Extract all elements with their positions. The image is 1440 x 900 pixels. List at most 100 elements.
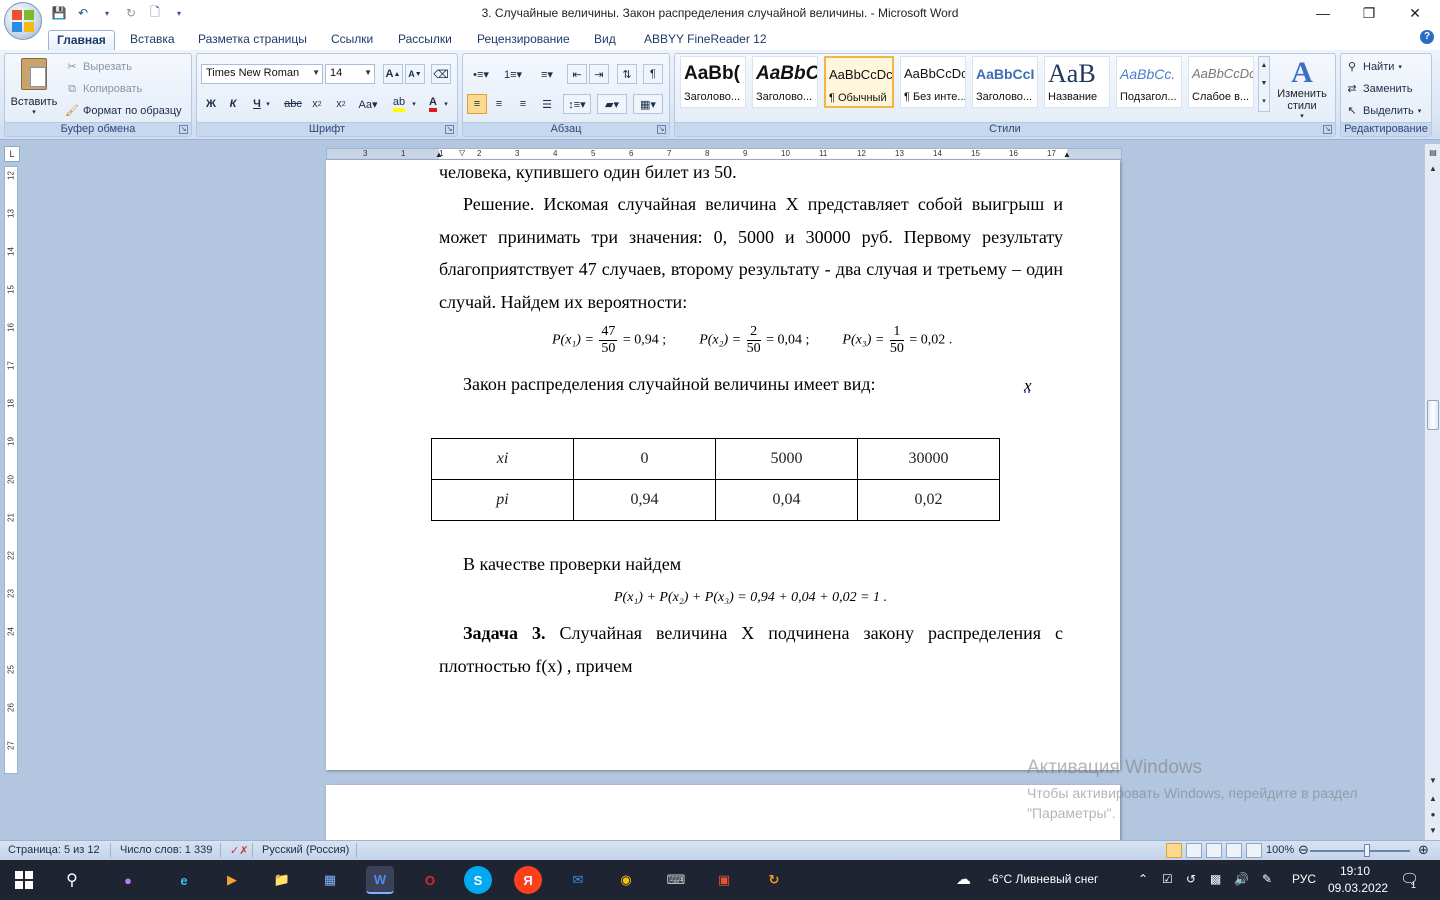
styles-gallery-scroll[interactable]: ▲ ▼ ▾ <box>1258 56 1270 112</box>
web-layout-button[interactable] <box>1206 843 1222 858</box>
draft-view-button[interactable] <box>1246 843 1262 858</box>
minimize-button[interactable]: — <box>1300 0 1346 26</box>
tab-mailings[interactable]: Рассылки <box>390 30 460 50</box>
style-normal[interactable]: AaBbCcDc ¶ Обычный <box>824 56 894 108</box>
maximize-button[interactable]: ❐ <box>1346 0 1392 26</box>
chevron-down-icon[interactable]: ▼ <box>1259 75 1269 93</box>
store-icon[interactable]: ▦ <box>316 866 344 894</box>
copy-button[interactable]: ⧉ Копировать <box>65 82 142 96</box>
tray-chevron-up-icon[interactable]: ⌃ <box>1138 872 1148 886</box>
edge-icon[interactable]: e <box>170 866 198 894</box>
scroll-thumb[interactable] <box>1427 400 1439 430</box>
clock-date[interactable]: 09.03.2022 <box>1328 881 1388 895</box>
chrome-icon[interactable]: ◉ <box>612 866 640 894</box>
opera-icon[interactable]: O <box>416 866 444 894</box>
document-page[interactable]: человека, купившего один билет из 50. Ре… <box>326 160 1120 770</box>
file-explorer-icon[interactable]: 📁 <box>268 866 296 894</box>
vertical-scrollbar[interactable]: ▤ ▲ ▼ ▲ ● ▼ <box>1424 144 1440 840</box>
next-page[interactable] <box>326 785 1120 845</box>
zoom-level[interactable]: 100% <box>1266 844 1294 856</box>
more-icon[interactable]: ▾ <box>1259 93 1269 111</box>
print-layout-view-button[interactable] <box>1166 843 1182 858</box>
cut-button[interactable]: ✂ Вырезать <box>65 60 132 74</box>
tab-review[interactable]: Рецензирование <box>469 30 578 50</box>
sort-button[interactable]: ⇅ <box>617 64 637 84</box>
pen-icon[interactable]: ✎ <box>1262 872 1272 886</box>
change-styles-button[interactable]: A Изменить стили ▾ <box>1272 58 1332 121</box>
tab-references[interactable]: Ссылки <box>323 30 381 50</box>
clear-format-button[interactable]: ⌫ <box>431 64 451 84</box>
highlight-button[interactable]: ab <box>389 94 409 114</box>
increase-indent-button[interactable]: ⇥ <box>589 64 609 84</box>
font-name-combo[interactable]: Times New Roman ▼ <box>201 64 323 84</box>
new-document-icon[interactable]: 🗋 <box>146 4 164 22</box>
find-button[interactable]: ⚲ Найти ▾ <box>1345 60 1402 74</box>
weather-text[interactable]: -6°C Ливневый снег <box>988 872 1098 886</box>
ruler-toggle-icon[interactable]: ▤ <box>1426 146 1440 160</box>
bullets-button[interactable]: •≡▾ <box>467 64 495 84</box>
first-line-indent-marker[interactable]: ▽ <box>459 149 465 157</box>
style-no-spacing[interactable]: AaBbCcDc ¶ Без инте... <box>900 56 966 108</box>
left-indent-marker[interactable]: ▲ <box>435 151 443 159</box>
start-button[interactable] <box>10 866 38 894</box>
horizontal-ruler[interactable]: 3 1 1 2 3 4 5 6 7 8 9 10 11 12 13 14 15 16 17 ▽ ▲ ▲ <box>326 148 1122 160</box>
underline-dropdown[interactable]: ▾ <box>263 94 273 114</box>
search-icon[interactable]: ⚲ <box>58 866 86 894</box>
style-heading1[interactable]: AaBb( Заголово... <box>680 56 746 108</box>
font-size-combo[interactable]: 14 ▼ <box>325 64 375 84</box>
tab-insert[interactable]: Вставка <box>122 30 183 50</box>
italic-button[interactable]: К <box>223 94 243 114</box>
tab-view[interactable]: Вид <box>586 30 624 50</box>
mail-icon[interactable]: ✉ <box>564 866 592 894</box>
replace-button[interactable]: ⇄ Заменить <box>1345 82 1412 96</box>
help-icon[interactable]: ? <box>1420 30 1434 44</box>
refresh-app-icon[interactable]: ↻ <box>760 866 788 894</box>
borders-button[interactable]: ▦▾ <box>633 94 663 114</box>
multilevel-list-button[interactable]: ≡▾ <box>533 64 561 84</box>
screenshot-app-icon[interactable]: ▣ <box>710 866 738 894</box>
next-page-icon[interactable]: ▼ <box>1426 824 1440 838</box>
vertical-ruler[interactable]: 12 13 14 15 16 17 18 19 20 21 22 23 24 25 26 27 <box>4 166 18 774</box>
skype-icon[interactable]: S <box>464 866 492 894</box>
app-purple-icon[interactable]: ● <box>114 866 142 894</box>
decrease-indent-button[interactable]: ⇤ <box>567 64 587 84</box>
shading-button[interactable]: ▰▾ <box>597 94 627 114</box>
spellcheck-icon[interactable]: ✓✗ <box>230 844 248 857</box>
style-subtle-emphasis[interactable]: AaBbCcDc Слабое в... <box>1188 56 1254 108</box>
right-indent-marker[interactable]: ▲ <box>1063 151 1071 159</box>
previous-page-icon[interactable]: ▲ <box>1426 792 1440 806</box>
language-indicator[interactable]: Русский (Россия) <box>262 844 349 856</box>
redo-icon[interactable]: ↻ <box>122 4 140 22</box>
tab-abbyy[interactable]: ABBYY FineReader 12 <box>636 30 775 50</box>
format-painter-button[interactable]: 🖌 Формат по образцу <box>65 104 182 118</box>
font-color-button[interactable]: A <box>423 94 443 114</box>
media-player-icon[interactable]: ▶ <box>218 866 246 894</box>
browse-object-icon[interactable]: ● <box>1426 808 1440 822</box>
dialog-launcher-icon[interactable]: ↘ <box>1323 125 1332 134</box>
save-icon[interactable]: 💾 <box>50 4 68 22</box>
volume-icon[interactable]: 🔊 <box>1234 872 1249 886</box>
show-marks-button[interactable]: ¶ <box>643 64 663 84</box>
weather-icon[interactable]: ☁ <box>956 870 971 888</box>
style-heading3[interactable]: AaBbCcI Заголово... <box>972 56 1038 108</box>
select-button[interactable]: ↖ Выделить ▾ <box>1345 104 1421 118</box>
outline-view-button[interactable] <box>1226 843 1242 858</box>
clock-time[interactable]: 19:10 <box>1340 864 1370 878</box>
grow-font-button[interactable]: A ▲ <box>383 64 403 84</box>
tab-home[interactable]: Главная <box>48 30 115 50</box>
office-button[interactable] <box>4 2 42 40</box>
zoom-slider[interactable] <box>1310 850 1410 852</box>
paste-button[interactable]: Вставить ▾ <box>9 56 59 120</box>
numbering-button[interactable]: 1≡▾ <box>499 64 527 84</box>
page-counter[interactable]: Страница: 5 из 12 <box>8 844 100 856</box>
change-case-button[interactable]: Aa▾ <box>355 94 381 114</box>
word-taskbar-icon[interactable]: W <box>366 866 394 894</box>
shrink-font-button[interactable]: A ▼ <box>405 64 425 84</box>
notification-icon[interactable]: 🗨 <box>1400 870 1419 888</box>
yandex-icon[interactable]: Я <box>514 866 542 894</box>
align-left-button[interactable]: ≡ <box>467 94 487 114</box>
chevron-up-icon[interactable]: ▲ <box>1259 57 1269 75</box>
undo-dropdown-icon[interactable]: ▾ <box>98 4 116 22</box>
customize-qat-icon[interactable]: ▾ <box>170 4 188 22</box>
superscript-button[interactable]: x2 <box>331 94 351 114</box>
